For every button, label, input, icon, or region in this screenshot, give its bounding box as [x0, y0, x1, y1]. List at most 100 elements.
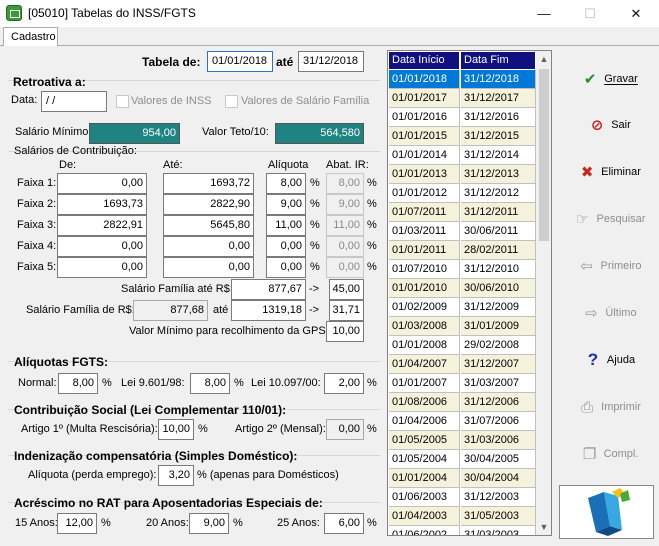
ajuda-button[interactable]: ? Ajuda [565, 340, 653, 380]
cell-data-inicio[interactable]: 01/07/2010 [389, 260, 460, 279]
table-row[interactable]: 01/03/2011 30/06/2011 [389, 222, 536, 241]
primeiro-button[interactable]: ⇦ Primeiro [565, 246, 653, 286]
faixa-de-input[interactable]: 2822,91 [57, 215, 147, 236]
tabela-ate-input[interactable]: 31/12/2018 [298, 51, 364, 72]
cell-data-inicio[interactable]: 01/06/2002 [389, 526, 460, 535]
cell-data-fim[interactable]: 31/03/2006 [461, 431, 536, 450]
cell-data-fim[interactable]: 31/12/2009 [461, 298, 536, 317]
cell-data-inicio[interactable]: 01/01/2018 [389, 70, 460, 89]
cell-data-inicio[interactable]: 01/03/2011 [389, 222, 460, 241]
cell-data-fim[interactable]: 30/06/2010 [461, 279, 536, 298]
compl-button[interactable]: ❐ Compl. [565, 434, 653, 474]
cell-data-fim[interactable]: 31/12/2017 [461, 89, 536, 108]
cell-data-inicio[interactable]: 01/01/2016 [389, 108, 460, 127]
artigo2-input[interactable]: 0,00 [326, 419, 364, 440]
artigo1-input[interactable]: 10,00 [158, 419, 194, 440]
cell-data-inicio[interactable]: 01/01/2017 [389, 89, 460, 108]
cell-data-inicio[interactable]: 01/05/2005 [389, 431, 460, 450]
faixa-abat-input[interactable]: 8,00 [326, 173, 364, 194]
table-row[interactable]: 01/01/2016 31/12/2016 [389, 108, 536, 127]
table-row[interactable]: 01/04/2003 31/05/2003 [389, 507, 536, 526]
cell-data-inicio[interactable]: 01/01/2014 [389, 146, 460, 165]
grid-header-data-fim[interactable]: Data Fim [461, 52, 536, 69]
minimize-button[interactable]: — [521, 0, 567, 27]
cell-data-inicio[interactable]: 01/04/2003 [389, 507, 460, 526]
table-row[interactable]: 01/06/2003 31/12/2003 [389, 488, 536, 507]
close-button[interactable]: ✕ [613, 0, 659, 27]
grid-scrollbar[interactable]: ▲ ▼ [536, 51, 551, 535]
gravar-button[interactable]: ✔ Gravar [565, 59, 653, 99]
cell-data-fim[interactable]: 31/12/2014 [461, 146, 536, 165]
faixa-aliquota-input[interactable]: 11,00 [266, 215, 306, 236]
table-row[interactable]: 01/02/2009 31/12/2009 [389, 298, 536, 317]
table-row[interactable]: 01/08/2006 31/12/2006 [389, 393, 536, 412]
fgts-lei9601-input[interactable]: 8,00 [190, 373, 230, 394]
cell-data-fim[interactable]: 31/12/2013 [461, 165, 536, 184]
cell-data-fim[interactable]: 31/12/2018 [461, 70, 536, 89]
faixa-ate-input[interactable]: 1693,72 [163, 173, 254, 194]
eliminar-button[interactable]: ✖ Eliminar [565, 152, 653, 192]
faixa-de-input[interactable]: 0,00 [57, 257, 147, 278]
cell-data-fim[interactable]: 31/12/2010 [461, 260, 536, 279]
faixa-aliquota-input[interactable]: 0,00 [266, 236, 306, 257]
sair-button[interactable]: ⊘ Sair [565, 105, 653, 145]
cell-data-inicio[interactable]: 01/07/2011 [389, 203, 460, 222]
table-row[interactable]: 01/05/2005 31/03/2006 [389, 431, 536, 450]
cell-data-inicio[interactable]: 01/04/2007 [389, 355, 460, 374]
cell-data-fim[interactable]: 31/03/2007 [461, 374, 536, 393]
periods-grid[interactable]: Data Início Data Fim 01/01/2018 31/12/201… [387, 50, 552, 536]
fgts-normal-input[interactable]: 8,00 [58, 373, 98, 394]
faixa-abat-input[interactable]: 0,00 [326, 236, 364, 257]
cell-data-fim[interactable]: 31/12/2006 [461, 393, 536, 412]
ultimo-button[interactable]: ⇨ Último [565, 293, 653, 333]
tabela-de-input[interactable]: 01/01/2018 [207, 51, 273, 72]
cell-data-inicio[interactable]: 01/01/2007 [389, 374, 460, 393]
cell-data-inicio[interactable]: 01/04/2006 [389, 412, 460, 431]
salario-familia-de-input[interactable]: 877,68 [133, 300, 208, 321]
faixa-de-input[interactable]: 0,00 [57, 173, 147, 194]
table-row[interactable]: 01/01/2004 30/04/2004 [389, 469, 536, 488]
table-row[interactable]: 01/05/2004 30/04/2005 [389, 450, 536, 469]
cell-data-inicio[interactable]: 01/01/2008 [389, 336, 460, 355]
cell-data-inicio[interactable]: 01/08/2006 [389, 393, 460, 412]
table-row[interactable]: 01/01/2015 31/12/2015 [389, 127, 536, 146]
faixa-aliquota-input[interactable]: 0,00 [266, 257, 306, 278]
faixa-ate-input[interactable]: 5645,80 [163, 215, 254, 236]
pesquisar-button[interactable]: ☞ Pesquisar [565, 199, 653, 239]
imprimir-button[interactable]: ⎙ Imprimir [565, 387, 653, 427]
cell-data-inicio[interactable]: 01/01/2010 [389, 279, 460, 298]
cell-data-inicio[interactable]: 01/03/2008 [389, 317, 460, 336]
cell-data-inicio[interactable]: 01/01/2012 [389, 184, 460, 203]
valores-salario-familia-checkbox[interactable] [225, 95, 238, 108]
rat-20-input[interactable]: 9,00 [189, 513, 229, 534]
cell-data-fim[interactable]: 31/12/2003 [461, 488, 536, 507]
table-row[interactable]: 01/01/2010 30/06/2010 [389, 279, 536, 298]
cell-data-fim[interactable]: 29/02/2008 [461, 336, 536, 355]
grid-header-data-inicio[interactable]: Data Início [389, 52, 460, 69]
table-row[interactable]: 01/01/2012 31/12/2012 [389, 184, 536, 203]
cell-data-fim[interactable]: 31/12/2015 [461, 127, 536, 146]
table-row[interactable]: 01/01/2007 31/03/2007 [389, 374, 536, 393]
table-row[interactable]: 01/01/2011 28/02/2011 [389, 241, 536, 260]
table-row[interactable]: 01/01/2017 31/12/2017 [389, 89, 536, 108]
cell-data-fim[interactable]: 31/12/2007 [461, 355, 536, 374]
cell-data-fim[interactable]: 31/03/2003 [461, 526, 536, 535]
faixa-ate-input[interactable]: 0,00 [163, 236, 254, 257]
rat-25-input[interactable]: 6,00 [324, 513, 364, 534]
salario-familia-de-cota-input[interactable]: 31,71 [329, 300, 364, 321]
cell-data-fim[interactable]: 31/05/2003 [461, 507, 536, 526]
faixa-aliquota-input[interactable]: 9,00 [266, 194, 306, 215]
salario-minimo-input[interactable]: 954,00 [89, 123, 180, 144]
gps-input[interactable]: 10,00 [326, 321, 364, 342]
cell-data-fim[interactable]: 31/12/2011 [461, 203, 536, 222]
retroativa-data-input[interactable]: / / [41, 91, 107, 112]
scroll-down-icon[interactable]: ▼ [536, 519, 551, 535]
cell-data-fim[interactable]: 30/06/2011 [461, 222, 536, 241]
faixa-abat-input[interactable]: 0,00 [326, 257, 364, 278]
cell-data-inicio[interactable]: 01/01/2013 [389, 165, 460, 184]
cell-data-inicio[interactable]: 01/01/2011 [389, 241, 460, 260]
table-row[interactable]: 01/01/2008 29/02/2008 [389, 336, 536, 355]
faixa-de-input[interactable]: 1693,73 [57, 194, 147, 215]
table-row[interactable]: 01/03/2008 31/01/2009 [389, 317, 536, 336]
scroll-thumb[interactable] [539, 69, 549, 241]
